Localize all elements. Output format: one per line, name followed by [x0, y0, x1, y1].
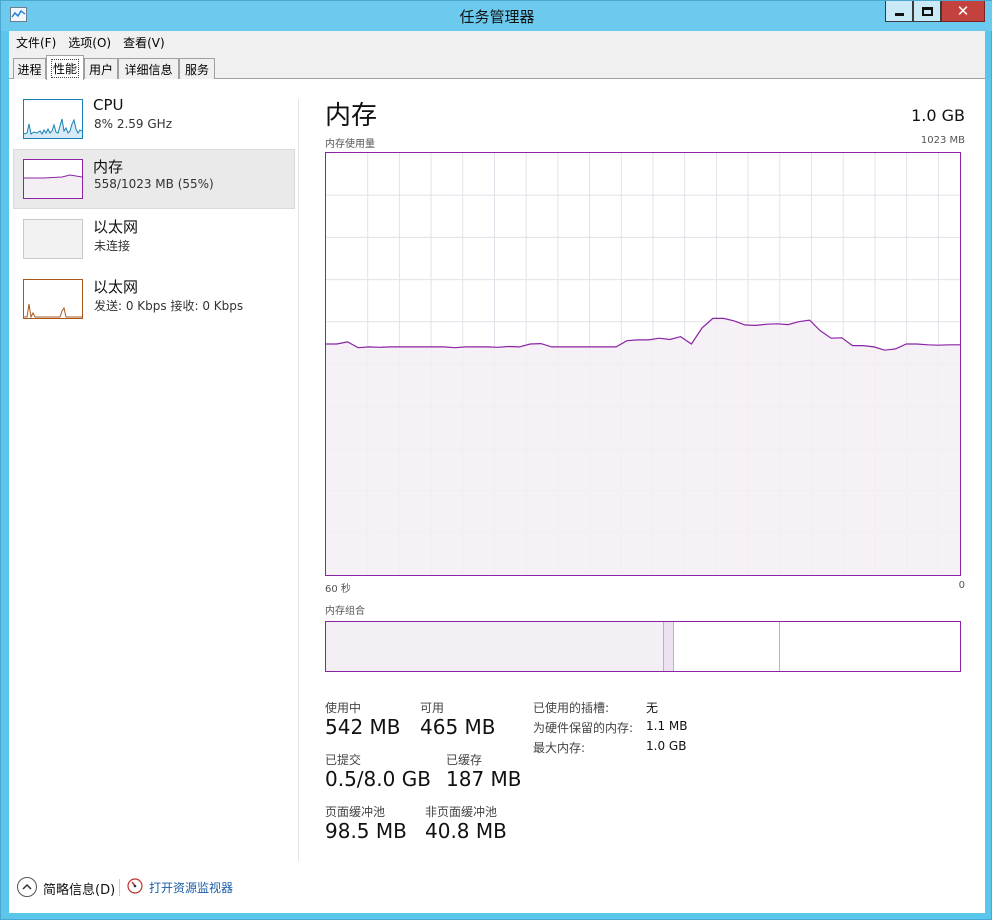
tab-services[interactable]: 服务	[179, 58, 215, 79]
chevron-up-icon[interactable]	[17, 877, 37, 897]
sidebar-memory-name: 内存	[93, 158, 124, 176]
sidebar-item-ethernet-2[interactable]: 以太网 发送: 0 Kbps 接收: 0 Kbps	[13, 269, 295, 329]
axis-right-label: 0	[958, 580, 965, 591]
graph-label: 内存使用量	[325, 139, 375, 150]
footer-bar: 简略信息(D) 打开资源监视器	[9, 869, 985, 913]
memory-usage-graph	[325, 152, 961, 576]
available-value: 465 MB	[420, 715, 496, 739]
tab-details[interactable]: 详细信息	[118, 58, 179, 79]
sidebar-cpu-detail: 8% 2.59 GHz	[94, 117, 173, 131]
panel-divider	[298, 99, 299, 861]
slots-used-label: 已使用的插槽:	[533, 701, 610, 715]
memory-thumbnail-graph	[23, 159, 83, 199]
cached-value: 187 MB	[446, 767, 522, 791]
sidebar-item-ethernet-1[interactable]: 以太网 未连接	[13, 209, 295, 269]
tab-details-label: 详细信息	[124, 62, 173, 77]
open-resource-monitor-link[interactable]: 打开资源监视器	[149, 879, 233, 896]
ethernet-1-thumbnail-graph	[23, 219, 83, 259]
sidebar-memory-detail: 558/1023 MB (55%)	[94, 177, 214, 191]
sidebar-ethernet-1-detail: 未连接	[94, 239, 131, 253]
memory-detail-panel: 内存 1.0 GB 内存使用量 1023 MB 60 秒 0 内存组合 使用中 …	[325, 79, 965, 869]
tab-services-label: 服务	[184, 62, 209, 77]
in-use-value: 542 MB	[325, 715, 401, 739]
tab-performance-label: 性能	[50, 58, 80, 78]
menu-options[interactable]: 选项(O)	[61, 34, 116, 51]
memory-composition-bar	[325, 621, 961, 672]
tab-processes[interactable]: 进程	[13, 58, 46, 79]
graph-max-label: 1023 MB	[920, 135, 965, 146]
slots-used-value: 无	[646, 701, 659, 715]
task-manager-window: 任务管理器 ✕ 文件(F) 选项(O) 查看(V) 进程 性能 用户 详细信息 …	[0, 0, 992, 920]
memory-usage-area	[326, 318, 960, 575]
client-area: 文件(F) 选项(O) 查看(V) 进程 性能 用户 详细信息 服务 CPU 8…	[9, 31, 985, 913]
footer-separator	[119, 879, 120, 896]
committed-value: 0.5/8.0 GB	[325, 767, 431, 791]
cached-label: 已缓存	[446, 753, 483, 767]
committed-label: 已提交	[325, 753, 362, 767]
close-icon: ✕	[956, 2, 970, 20]
max-memory-value: 1.0 GB	[646, 739, 687, 753]
composition-free[interactable]	[780, 622, 960, 671]
maximize-icon	[921, 6, 933, 16]
tab-strip: 进程 性能 用户 详细信息 服务	[9, 53, 985, 80]
close-button[interactable]: ✕	[941, 1, 985, 22]
tab-users[interactable]: 用户	[84, 58, 118, 79]
tab-users-label: 用户	[88, 62, 113, 77]
maximize-button[interactable]	[913, 1, 941, 22]
hardware-reserved-value: 1.1 MB	[646, 719, 688, 733]
max-memory-label: 最大内存:	[533, 741, 586, 755]
cpu-thumbnail-graph	[23, 99, 83, 139]
sidebar-ethernet-2-detail: 发送: 0 Kbps 接收: 0 Kbps	[94, 299, 244, 313]
window-title: 任务管理器	[459, 8, 535, 26]
composition-label: 内存组合	[325, 606, 365, 617]
tab-processes-label: 进程	[17, 62, 42, 77]
sidebar-ethernet-1-name: 以太网	[93, 218, 139, 236]
composition-modified[interactable]	[664, 622, 674, 671]
in-use-label: 使用中	[325, 701, 362, 715]
resource-sidebar: CPU 8% 2.59 GHz 内存 558/1023 MB (55%) 以太网…	[9, 79, 299, 869]
minimize-button[interactable]	[885, 1, 913, 22]
sidebar-ethernet-2-name: 以太网	[93, 278, 139, 296]
page-title: 内存	[325, 101, 378, 131]
resource-monitor-icon[interactable]	[127, 878, 143, 894]
total-memory: 1.0 GB	[911, 106, 965, 125]
nonpaged-pool-value: 40.8 MB	[425, 819, 507, 843]
composition-in-use[interactable]	[326, 622, 664, 671]
title-bar[interactable]: 任务管理器 ✕	[1, 1, 992, 31]
menu-view[interactable]: 查看(V)	[116, 34, 170, 51]
minimize-icon	[894, 12, 904, 16]
sidebar-cpu-name: CPU	[93, 96, 124, 114]
axis-left-label: 60 秒	[325, 584, 351, 595]
memory-usage-chart	[326, 153, 960, 575]
composition-standby[interactable]	[674, 622, 780, 671]
tab-performance[interactable]: 性能	[46, 55, 84, 80]
sidebar-item-memory[interactable]: 内存 558/1023 MB (55%)	[13, 149, 295, 209]
paged-pool-value: 98.5 MB	[325, 819, 407, 843]
paged-pool-label: 页面缓冲池	[325, 805, 386, 819]
hardware-reserved-label: 为硬件保留的内存:	[533, 721, 634, 735]
menu-bar: 文件(F) 选项(O) 查看(V)	[9, 31, 985, 53]
menu-file[interactable]: 文件(F)	[9, 34, 61, 51]
fewer-details-button[interactable]: 简略信息(D)	[43, 879, 115, 898]
nonpaged-pool-label: 非页面缓冲池	[425, 805, 498, 819]
sidebar-item-cpu[interactable]: CPU 8% 2.59 GHz	[13, 89, 295, 149]
available-label: 可用	[420, 701, 445, 715]
ethernet-2-thumbnail-graph	[23, 279, 83, 319]
